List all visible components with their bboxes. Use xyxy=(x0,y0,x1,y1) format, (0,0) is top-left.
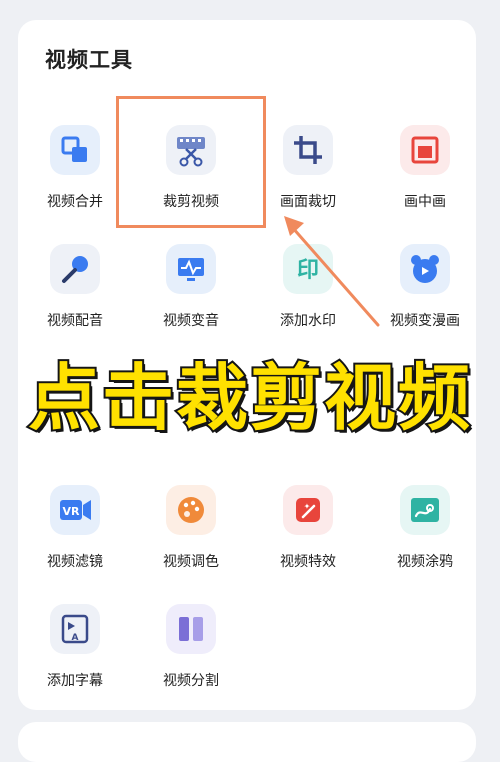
banner-caption: 点击裁剪视频 xyxy=(26,356,472,440)
